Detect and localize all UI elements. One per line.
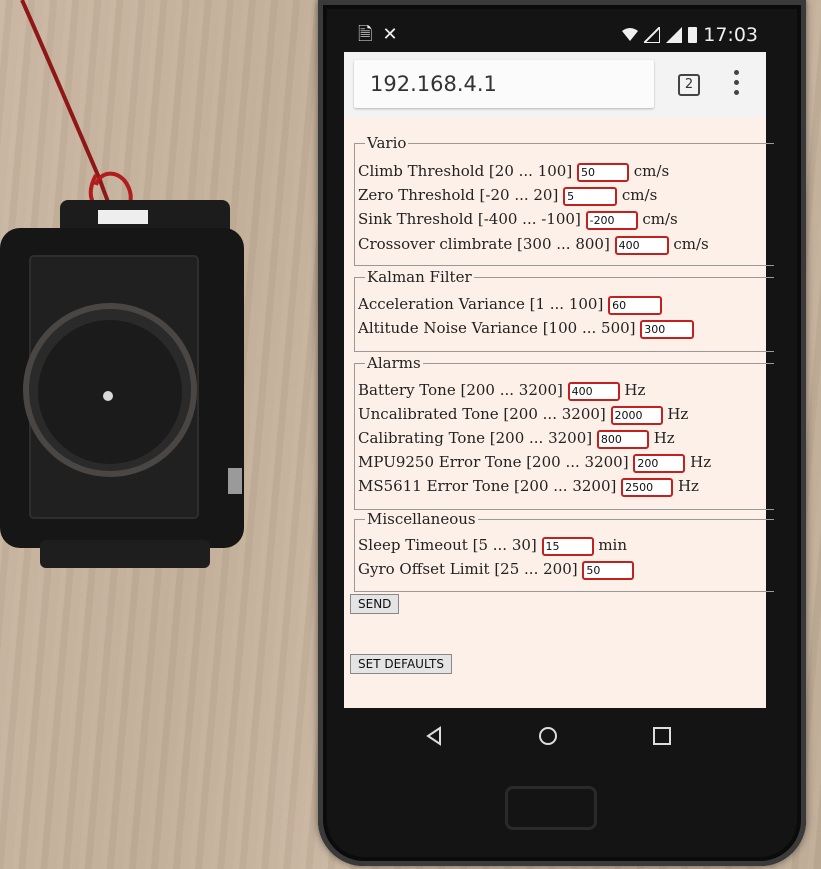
home-icon[interactable] bbox=[538, 726, 558, 746]
crossover-climbrate-input[interactable] bbox=[614, 235, 669, 255]
misc-legend: Miscellaneous bbox=[367, 510, 476, 528]
field-unit: Hz bbox=[653, 429, 675, 447]
ms5611-error-tone-row: MS5611 Error Tone [200 ... 3200] Hz bbox=[358, 477, 699, 497]
field-unit: Hz bbox=[624, 381, 646, 399]
red-cord bbox=[20, 0, 133, 217]
url-text: 192.168.4.1 bbox=[370, 72, 497, 96]
zero-threshold-row: Zero Threshold [-20 ... 20] cm/s bbox=[358, 186, 657, 206]
field-unit: cm/s bbox=[642, 210, 678, 228]
field-label: MS5611 Error Tone [200 ... 3200] bbox=[358, 477, 617, 495]
mpu9250-error-tone-input[interactable] bbox=[633, 453, 686, 473]
signal-icon bbox=[644, 27, 661, 43]
android-navigation-bar bbox=[344, 708, 762, 766]
missed-call-icon: ✕ bbox=[382, 24, 408, 45]
field-label: Gyro Offset Limit [25 ... 200] bbox=[358, 560, 578, 578]
crossover-climbrate-row: Crossover climbrate [300 ... 800] cm/s bbox=[358, 235, 709, 255]
kalman-legend: Kalman Filter bbox=[367, 268, 472, 286]
field-label: Climb Threshold [20 ... 100] bbox=[358, 162, 573, 180]
wifi-icon bbox=[622, 28, 639, 41]
altitude-noise-variance-row: Altitude Noise Variance [100 ... 500] bbox=[358, 319, 695, 339]
field-unit: Hz bbox=[690, 453, 712, 471]
acceleration-variance-row: Acceleration Variance [1 ... 100] bbox=[358, 295, 663, 315]
back-icon[interactable] bbox=[424, 726, 444, 746]
calibrating-tone-input[interactable] bbox=[596, 429, 649, 449]
tab-switcher-button[interactable]: 2 bbox=[678, 74, 700, 96]
alarms-legend: Alarms bbox=[367, 354, 421, 372]
field-label: Zero Threshold [-20 ... 20] bbox=[358, 186, 559, 204]
altitude-noise-variance-input[interactable] bbox=[640, 319, 695, 339]
mpu9250-error-tone-row: MPU9250 Error Tone [200 ... 3200] Hz bbox=[358, 453, 711, 473]
field-label: Uncalibrated Tone [200 ... 3200] bbox=[358, 405, 606, 423]
gyro-offset-limit-row: Gyro Offset Limit [25 ... 200] bbox=[358, 560, 635, 580]
zero-threshold-input[interactable] bbox=[563, 186, 618, 206]
vario-device bbox=[0, 200, 244, 568]
acceleration-variance-input[interactable] bbox=[608, 295, 663, 315]
field-label: Altitude Noise Variance [100 ... 500] bbox=[358, 319, 636, 337]
vario-legend: Vario bbox=[367, 134, 407, 152]
overflow-menu-icon[interactable] bbox=[734, 70, 740, 100]
sleep-timeout-row: Sleep Timeout [5 ... 30] min bbox=[358, 536, 627, 556]
calibrating-tone-row: Calibrating Tone [200 ... 3200] Hz bbox=[358, 429, 675, 449]
uncalibrated-tone-input[interactable] bbox=[610, 405, 663, 425]
send-button[interactable]: SEND bbox=[350, 594, 400, 614]
field-label: Sleep Timeout [5 ... 30] bbox=[358, 536, 537, 554]
settings-page: Vario Climb Threshold [20 ... 100] cm/s … bbox=[344, 118, 774, 708]
field-unit: cm/s bbox=[633, 162, 670, 180]
recents-icon[interactable] bbox=[652, 726, 672, 746]
set-defaults-button[interactable]: SET DEFAULTS bbox=[350, 654, 452, 674]
field-label: MPU9250 Error Tone [200 ... 3200] bbox=[358, 453, 629, 471]
climb-threshold-input[interactable] bbox=[576, 162, 629, 182]
document-icon: 🗎 bbox=[358, 24, 383, 45]
field-unit: min bbox=[598, 536, 628, 554]
uncalibrated-tone-row: Uncalibrated Tone [200 ... 3200] Hz bbox=[358, 405, 688, 425]
browser-toolbar: 192.168.4.1 2 bbox=[344, 52, 766, 118]
field-unit: Hz bbox=[677, 477, 699, 495]
sink-threshold-row: Sink Threshold [-400 ... -100] cm/s bbox=[358, 210, 678, 230]
field-unit: cm/s bbox=[673, 235, 709, 253]
field-label: Calibrating Tone [200 ... 3200] bbox=[358, 429, 593, 447]
ms5611-error-tone-input[interactable] bbox=[621, 477, 674, 497]
field-label: Battery Tone [200 ... 3200] bbox=[358, 381, 563, 399]
signal-icon-2 bbox=[666, 27, 683, 43]
field-label: Acceleration Variance [1 ... 100] bbox=[358, 295, 604, 313]
sink-threshold-input[interactable] bbox=[585, 210, 638, 230]
field-unit: Hz bbox=[667, 405, 689, 423]
address-bar[interactable]: 192.168.4.1 bbox=[354, 60, 654, 108]
climb-threshold-row: Climb Threshold [20 ... 100] cm/s bbox=[358, 162, 669, 182]
field-label: Crossover climbrate [300 ... 800] bbox=[358, 235, 610, 253]
battery-icon bbox=[688, 27, 698, 43]
physical-home-button[interactable] bbox=[505, 786, 597, 830]
battery-tone-input[interactable] bbox=[567, 381, 620, 401]
gyro-offset-limit-input[interactable] bbox=[582, 560, 635, 580]
field-unit: cm/s bbox=[621, 186, 658, 204]
battery-tone-row: Battery Tone [200 ... 3200] Hz bbox=[358, 381, 645, 401]
status-bar: 🗎✕ 17:03 bbox=[344, 18, 762, 52]
notification-icons: 🗎✕ bbox=[358, 22, 408, 52]
field-label: Sink Threshold [-400 ... -100] bbox=[358, 210, 581, 228]
sleep-timeout-input[interactable] bbox=[541, 536, 594, 556]
clock: 17:03 bbox=[703, 24, 758, 46]
